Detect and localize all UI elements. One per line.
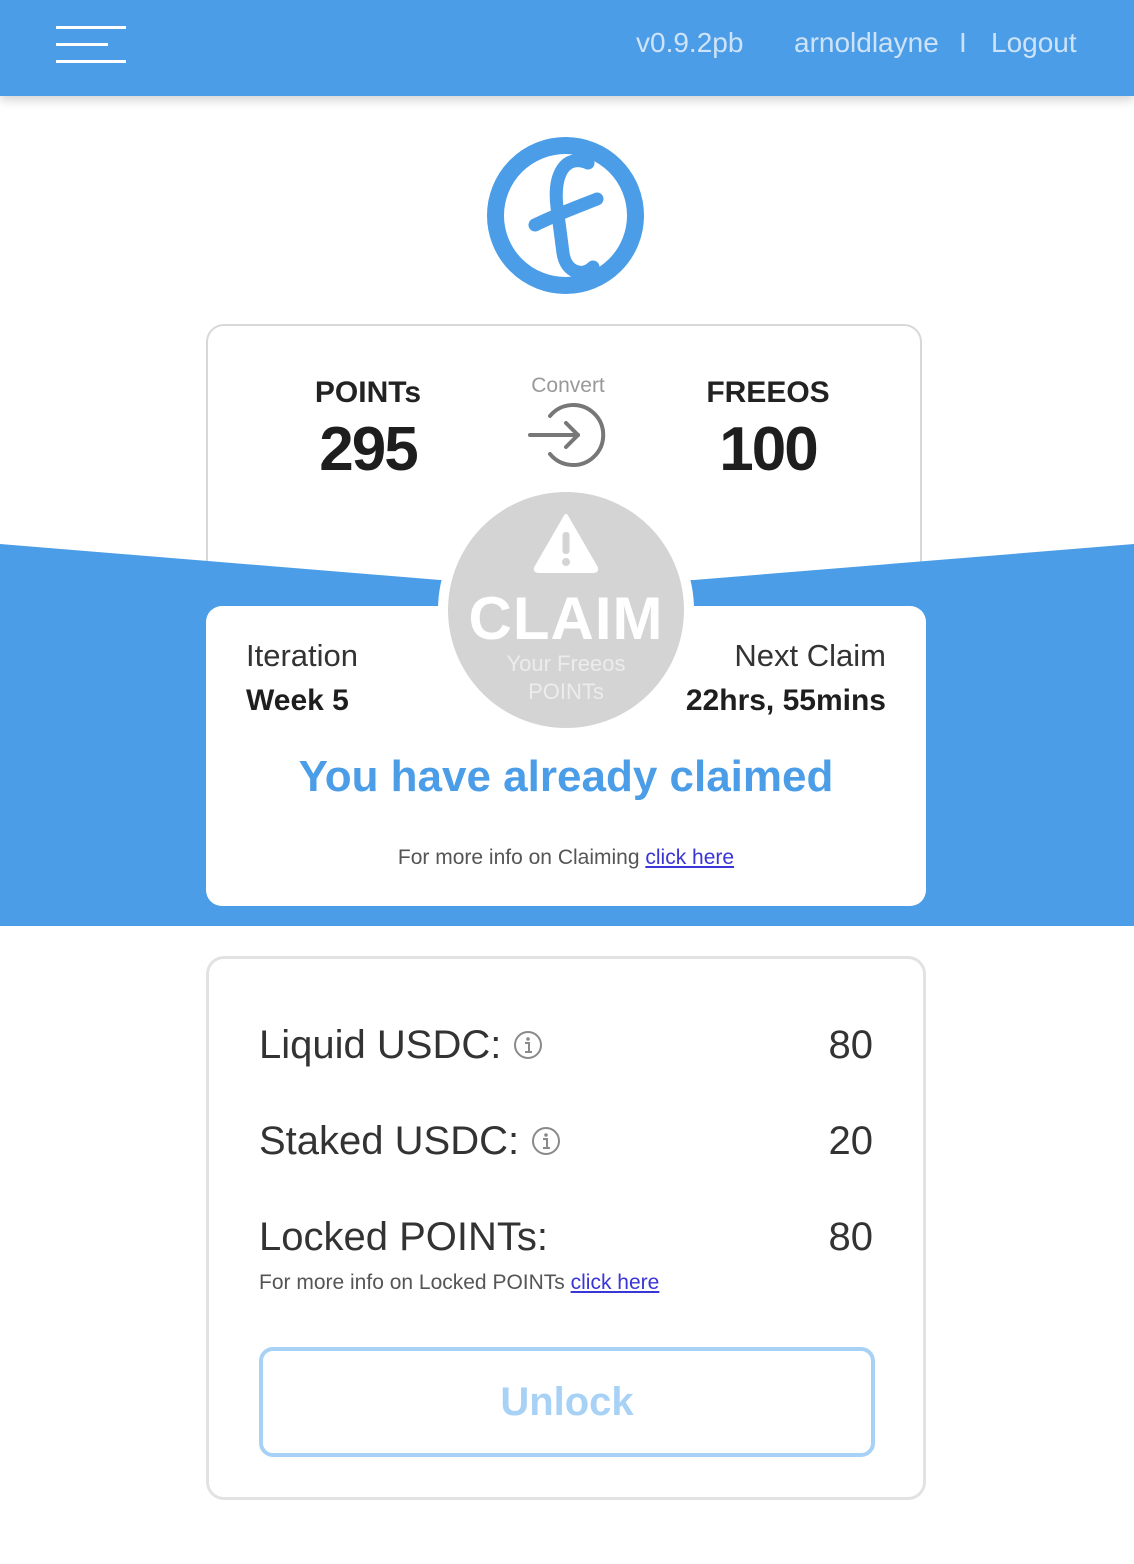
- next-claim-value: 22hrs, 55mins: [685, 684, 886, 717]
- freeos-logo-icon: [487, 137, 644, 294]
- claim-status-message: You have already claimed: [298, 752, 834, 801]
- unlock-button[interactable]: Unlock: [259, 1347, 875, 1457]
- claim-info-text: For more info on Claiming click here: [206, 846, 926, 870]
- claim-button-subtitle-line-2: POINTs: [528, 679, 604, 704]
- freeos-label: FREEOS: [706, 376, 830, 409]
- warning-triangle-icon: [533, 514, 599, 573]
- wallet-card: Liquid USDC: 80 Staked USDC: 20 Locked P…: [206, 956, 926, 1500]
- account-name: arnoldlayne: [794, 27, 939, 58]
- info-circle-icon[interactable]: [513, 1030, 543, 1060]
- header-separator: I: [959, 27, 967, 58]
- points-value: 295: [319, 415, 418, 484]
- liquid-usdc-label: Liquid USDC:: [259, 1023, 502, 1067]
- locked-points-info: For more info on Locked POINTs click her…: [259, 1271, 659, 1295]
- staked-usdc-value: 20: [828, 1119, 874, 1163]
- locked-points-info-link[interactable]: click here: [571, 1271, 660, 1294]
- staked-usdc-row-label: Staked USDC:: [259, 1119, 561, 1164]
- hamburger-menu-icon[interactable]: [56, 26, 126, 64]
- top-app-bar: v0.9.2pb arnoldlayne I Logout: [0, 0, 1134, 96]
- claim-button-subtitle-line-1: Your Freeos: [506, 651, 626, 676]
- convert-label: Convert: [531, 374, 605, 397]
- locked-points-value: 80: [828, 1215, 874, 1259]
- next-claim-label: Next Claim: [734, 638, 886, 673]
- claim-button-frame: CLAIM Your Freeos POINTs: [438, 482, 694, 738]
- claim-button-title: CLAIM: [468, 585, 664, 652]
- locked-points-label: Locked POINTs:: [259, 1215, 549, 1259]
- claim-button[interactable]: CLAIM Your Freeos POINTs: [448, 492, 684, 728]
- claim-info-link[interactable]: click here: [645, 846, 734, 869]
- claim-info-label: For more info on Claiming: [397, 846, 646, 869]
- claim-button-subtitle: Your Freeos POINTs: [448, 650, 684, 706]
- info-circle-icon[interactable]: [531, 1126, 561, 1156]
- iteration-value: Week 5: [246, 684, 349, 717]
- liquid-usdc-row-label: Liquid USDC:: [259, 1023, 543, 1068]
- logout-link[interactable]: Logout: [991, 27, 1077, 59]
- liquid-usdc-value: 80: [828, 1023, 874, 1067]
- staked-usdc-label: Staked USDC:: [259, 1119, 520, 1163]
- app-version: v0.9.2pb: [636, 27, 744, 58]
- points-label: POINTs: [314, 376, 422, 409]
- freeos-value: 100: [719, 415, 818, 484]
- iteration-label: Iteration: [246, 638, 359, 673]
- arrow-into-circle-icon[interactable]: [528, 402, 606, 468]
- locked-points-info-label: For more info on Locked POINTs: [259, 1271, 571, 1294]
